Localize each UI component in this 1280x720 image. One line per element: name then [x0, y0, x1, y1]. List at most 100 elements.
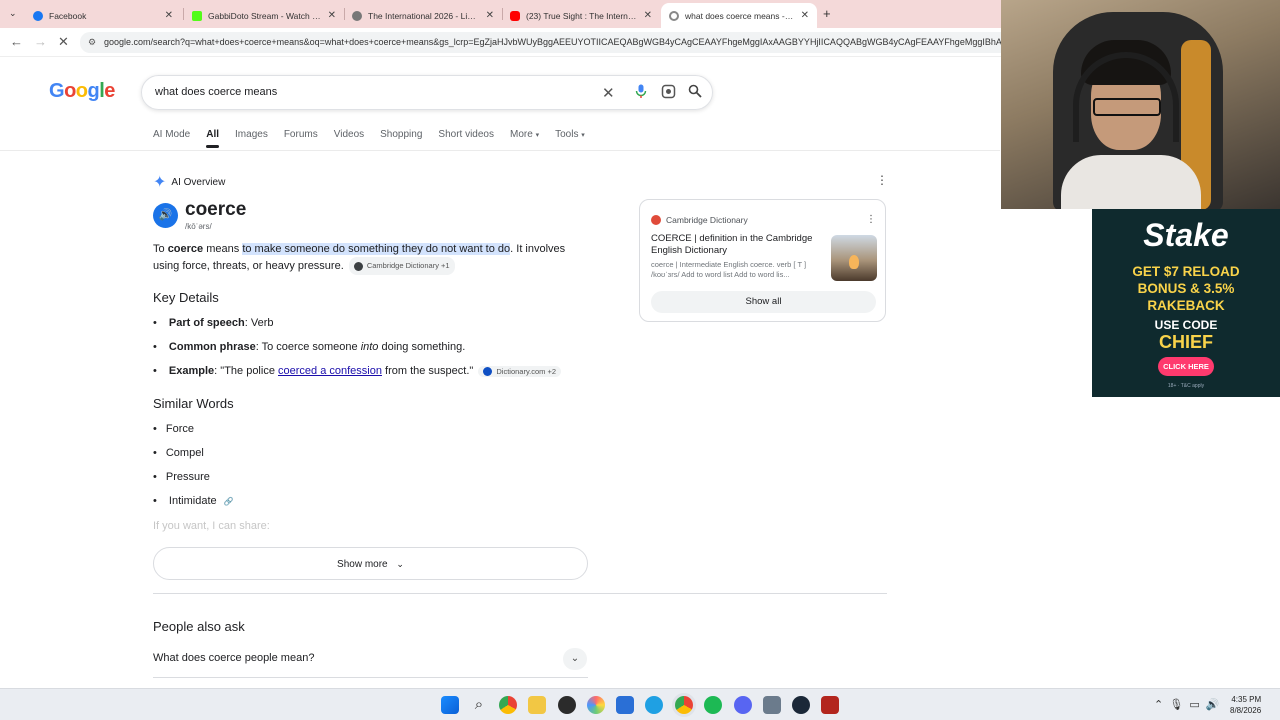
ai-overview-label: AI Overview — [171, 176, 226, 188]
pronunciation: /kōˈərs/ — [185, 222, 212, 231]
filter-shopping[interactable]: Shopping — [380, 129, 422, 149]
windows-start-icon[interactable] — [441, 696, 459, 714]
show-all-button[interactable]: Show all — [651, 291, 876, 313]
clock[interactable]: 4:35 PM 8/8/2026 — [1230, 694, 1261, 716]
obs-icon[interactable] — [558, 696, 576, 714]
ad-line: BONUS & 3.5% — [1137, 281, 1235, 296]
site-info-icon[interactable]: ⚙ — [88, 32, 96, 53]
ai-overview-header: ✦ AI Overview — [153, 172, 225, 192]
filter-all[interactable]: All — [206, 129, 219, 149]
filter-more[interactable]: More ▾ — [510, 129, 539, 149]
tab-title: The International 2026 - Liquip — [368, 10, 480, 21]
clock-time: 4:35 PM — [1231, 695, 1262, 704]
file-explorer-icon[interactable] — [528, 696, 546, 714]
filter-more-label: More — [510, 129, 533, 140]
source-chip[interactable]: Cambridge Dictionary +1 — [348, 257, 455, 275]
search-filters: AI Mode All Images Forums Videos Shoppin… — [153, 129, 601, 149]
close-icon[interactable]: ✕ — [644, 10, 652, 21]
tab-title: GabbiDoto Stream - Watch Liv — [208, 10, 322, 21]
filter-images[interactable]: Images — [235, 129, 268, 149]
spotify-icon[interactable] — [704, 696, 722, 714]
card-source: Cambridge Dictionary — [651, 215, 748, 225]
store-icon[interactable] — [616, 696, 634, 714]
webcam-overlay — [1001, 0, 1280, 209]
list-item: Intimidate 🔗 — [153, 495, 234, 507]
faded-text: If you want, I can share: — [153, 520, 270, 532]
close-icon[interactable]: ✕ — [801, 10, 809, 21]
bullet-text: doing something. — [378, 341, 466, 353]
back-icon[interactable]: ← — [10, 34, 23, 49]
chrome-active-icon[interactable] — [675, 696, 693, 714]
speaker-icon[interactable]: 🔊 — [153, 203, 178, 228]
more-options-icon[interactable]: ⋮ — [866, 214, 876, 225]
list-item: Pressure — [153, 471, 210, 483]
clear-icon[interactable]: ✕ — [602, 84, 615, 102]
tab-title: (23) True Sight : The Internation — [526, 10, 638, 21]
list-item: Example: "The police coerced a confessio… — [153, 365, 562, 377]
example-link[interactable]: coerced a confession — [278, 365, 382, 377]
bullet-text: from the suspect." — [381, 365, 474, 377]
filter-videos[interactable]: Videos — [334, 129, 364, 149]
ad-code-label: USE CODE — [1154, 318, 1218, 332]
kick-icon — [192, 10, 202, 21]
steam-icon[interactable] — [792, 696, 810, 714]
more-options-icon[interactable]: ⋮ — [876, 173, 888, 187]
filter-short-videos[interactable]: Short videos — [438, 129, 494, 149]
dota-icon[interactable] — [821, 696, 839, 714]
close-icon[interactable]: ✕ — [165, 10, 173, 21]
notepad-icon[interactable] — [763, 696, 781, 714]
list-item-text: Intimidate — [168, 495, 217, 507]
tab-google-search[interactable]: what does coerce means - Goo ✕ — [661, 3, 817, 28]
tab-youtube[interactable]: (23) True Sight : The Internation ✕ — [502, 3, 660, 28]
filter-forums[interactable]: Forums — [284, 129, 318, 149]
bullet-text: : Verb — [244, 317, 274, 329]
new-tab-button[interactable]: + — [823, 6, 831, 21]
link-icon[interactable]: 🔗 — [224, 497, 234, 506]
cambridge-icon — [353, 261, 363, 271]
camera-lens-icon[interactable] — [661, 84, 676, 102]
bullet-text: : To coerce someone — [255, 341, 361, 353]
ad-headline: GET $7 RELOAD BONUS & 3.5% RAKEBACK — [1092, 263, 1280, 314]
show-more-button[interactable]: Show more ⌄ — [153, 547, 588, 580]
youtube-icon — [510, 10, 520, 21]
card-thumbnail[interactable] — [831, 235, 877, 281]
card-title[interactable]: COERCE | definition in the Cambridge Eng… — [651, 233, 823, 257]
discord-icon[interactable] — [734, 696, 752, 714]
dictionary-word: coerce — [185, 199, 247, 220]
tab-facebook[interactable]: Facebook ✕ — [25, 3, 181, 28]
card-source-name: Cambridge Dictionary — [666, 215, 748, 225]
system-tray-icons[interactable]: ⌃ 🎙 ▭ 🔊 — [1154, 698, 1220, 711]
key-details-heading: Key Details — [153, 290, 219, 305]
microphone-icon[interactable] — [635, 84, 647, 102]
forward-icon[interactable]: → — [34, 34, 47, 49]
search-icon[interactable] — [688, 84, 702, 101]
sparkle-icon: ✦ — [153, 174, 167, 191]
webcam-glasses — [1093, 98, 1161, 116]
source-chip[interactable]: Dictionary.com +2 — [478, 365, 562, 377]
loading-icon — [669, 10, 679, 21]
caret-down-icon: ▾ — [581, 132, 585, 139]
close-icon[interactable]: ✕ — [486, 10, 494, 21]
people-also-ask-heading: People also ask — [153, 619, 245, 634]
paa-question[interactable]: What does coerce people mean? — [153, 652, 314, 664]
filter-tools[interactable]: Tools ▾ — [555, 129, 585, 149]
tab-list-icon[interactable]: ⌄ — [9, 8, 17, 19]
filter-ai-mode[interactable]: AI Mode — [153, 129, 190, 149]
source-card[interactable]: Cambridge Dictionary ⋮ COERCE | definiti… — [639, 199, 886, 322]
bullet-label: Example — [168, 365, 215, 377]
edge-icon[interactable] — [645, 696, 663, 714]
chrome-icon[interactable] — [499, 696, 517, 714]
search-icon[interactable]: ⌕ — [470, 696, 488, 714]
stop-icon[interactable]: ✕ — [58, 34, 69, 50]
chevron-down-icon[interactable]: ⌄ — [563, 648, 587, 670]
search-input[interactable]: what does coerce means — [155, 86, 277, 98]
tab-liquipedia[interactable]: The International 2026 - Liquip ✕ — [344, 3, 502, 28]
sponsor-ad[interactable]: Stake GET $7 RELOAD BONUS & 3.5% RAKEBAC… — [1092, 209, 1280, 397]
dictionary-com-icon — [483, 366, 493, 376]
close-icon[interactable]: ✕ — [328, 10, 336, 21]
search-box[interactable]: what does coerce means ✕ — [141, 75, 713, 110]
ad-click-button[interactable]: CLICK HERE — [1158, 357, 1214, 376]
google-logo[interactable]: Google — [49, 80, 115, 103]
photos-icon[interactable] — [587, 696, 605, 714]
tab-kick-stream[interactable]: GabbiDoto Stream - Watch Liv ✕ — [184, 3, 344, 28]
